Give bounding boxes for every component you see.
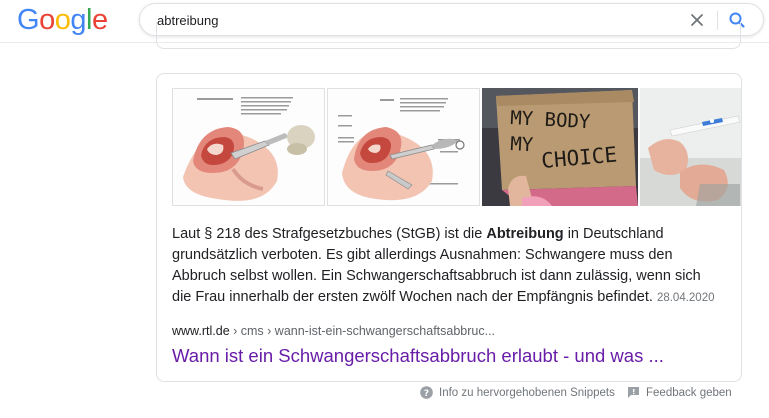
about-snippets-label: Info zu hervorgehobenen Snippets [439, 386, 615, 399]
snippet-text-pre: Laut § 218 des Strafgesetzbuches (StGB) … [172, 226, 487, 242]
feedback-link[interactable]: Feedback geben [627, 386, 732, 399]
snippet-date: 28.04.2020 [656, 292, 715, 304]
feedback-label: Feedback geben [646, 386, 732, 399]
image-thumbnail[interactable] [172, 88, 325, 206]
protest-sign-image: MY BODY MY CHOICE [482, 88, 638, 206]
svg-text:MY: MY [510, 133, 535, 156]
logo-letter: G [17, 4, 40, 36]
svg-text:?: ? [424, 389, 429, 399]
result-path: › cms › wann-ist-ein-schwangerschaftsabb… [229, 324, 496, 338]
logo-letter: g [70, 4, 86, 36]
feedback-icon [628, 387, 639, 398]
svg-text:MY BODY: MY BODY [510, 107, 592, 133]
image-thumbnail[interactable] [327, 88, 480, 206]
diagram-image [328, 89, 479, 205]
featured-snippet-card: MY BODY MY CHOICE Laut § 218 des Strafge… [156, 73, 742, 382]
snippet-highlight: Abtreibung [486, 226, 564, 242]
snippet-text: Laut § 218 des Strafgesetzbuches (StGB) … [172, 224, 717, 309]
help-circle-icon: ? [420, 386, 433, 399]
pregnancy-test-image [640, 88, 741, 206]
image-strip: MY BODY MY CHOICE [172, 88, 741, 206]
previous-result-card [156, 22, 741, 49]
google-logo[interactable]: Google [17, 4, 108, 36]
image-thumbnail[interactable] [640, 88, 741, 206]
logo-letter: e [91, 4, 108, 36]
diagram-image [173, 89, 324, 205]
result-title-link[interactable]: Wann ist ein Schwangerschaftsabbruch erl… [172, 344, 664, 368]
result-url-breadcrumb: www.rtl.de › cms › wann-ist-ein-schwange… [172, 324, 495, 338]
image-thumbnail[interactable]: MY BODY MY CHOICE [482, 88, 638, 206]
result-site: www.rtl.de [172, 324, 230, 338]
logo-letter: o [39, 4, 55, 36]
about-snippets-link[interactable]: ? Info zu hervorgehobenen Snippets [420, 386, 615, 399]
logo-letter: o [54, 4, 71, 36]
